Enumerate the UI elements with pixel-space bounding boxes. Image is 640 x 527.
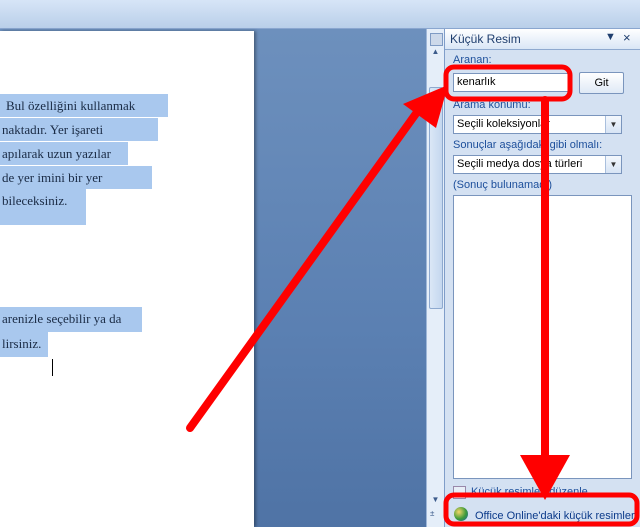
results-type-label: Sonuçlar aşağıdaki gibi olmalı:	[453, 139, 603, 151]
location-label: Arama konumu:	[453, 99, 531, 111]
selected-text-line-2[interactable]: naktadır. Yer işareti	[0, 118, 158, 141]
selected-text-line-7[interactable]: lirsiniz.	[0, 332, 48, 357]
search-input[interactable]: kenarlık	[453, 73, 569, 92]
selected-text-line-3[interactable]: apılarak uzun yazılar	[0, 142, 128, 165]
pane-title-bar: Küçük Resim ▼ ×	[445, 29, 640, 50]
results-type-value: Seçili medya dosya türleri	[457, 158, 583, 170]
pane-title: Küçük Resim	[450, 32, 521, 46]
office-online-icon	[454, 507, 468, 521]
chevron-down-icon[interactable]: ▼	[605, 156, 621, 173]
text-line: lirsiniz.	[2, 336, 42, 351]
selected-text-line-1[interactable]: Bul özelliğini kullanmak	[0, 94, 168, 117]
organize-clips-link[interactable]: Küçük resimleri düzenle...	[471, 486, 597, 498]
go-button[interactable]: Git	[579, 72, 624, 94]
text-line: arenizle seçebilir ya da	[2, 311, 122, 326]
text-line: apılarak uzun yazılar	[2, 146, 111, 161]
text-cursor	[52, 359, 53, 376]
pane-options-icon[interactable]: ▼	[605, 31, 616, 43]
selected-text-line-4[interactable]: de yer imini bir yer	[0, 166, 152, 189]
document-page[interactable]: Bul özelliğini kullanmak naktadır. Yer i…	[0, 31, 254, 527]
organize-icon	[453, 486, 466, 499]
text-line: naktadır. Yer işareti	[2, 122, 104, 137]
selected-text-line-5[interactable]: bileceksiniz.	[0, 189, 86, 225]
location-value: Seçili koleksiyonlar	[457, 118, 550, 130]
scroll-down-icon[interactable]: ▼	[428, 493, 443, 507]
selected-text-line-6[interactable]: arenizle seçebilir ya da	[0, 307, 142, 332]
clip-art-pane: Küçük Resim ▼ × Aranan: kenarlık Git Ara…	[444, 29, 640, 527]
vertical-scrollbar[interactable]: ▲ ▼	[426, 29, 444, 527]
text-line: de yer imini bir yer	[2, 170, 103, 185]
office-online-link[interactable]: Office Online'daki küçük resimler	[475, 510, 635, 522]
results-type-select[interactable]: Seçili medya dosya türleri ▼	[453, 155, 622, 174]
ribbon-bar	[0, 0, 640, 29]
page-nav-icon[interactable]: ±	[430, 509, 441, 519]
location-select[interactable]: Seçili koleksiyonlar ▼	[453, 115, 622, 134]
close-icon[interactable]: ×	[623, 30, 631, 45]
results-list[interactable]	[453, 195, 632, 479]
scroll-up-icon[interactable]: ▲	[428, 45, 443, 59]
no-results-text: (Sonuç bulunamadı)	[453, 179, 553, 191]
chevron-down-icon[interactable]: ▼	[605, 116, 621, 133]
scroll-thumb[interactable]	[429, 87, 443, 309]
search-label: Aranan:	[453, 54, 492, 66]
text-line: Bul özelliğini kullanmak	[6, 98, 136, 113]
text-line: bileceksiniz.	[2, 193, 68, 208]
view-ruler-icon[interactable]	[430, 33, 443, 46]
